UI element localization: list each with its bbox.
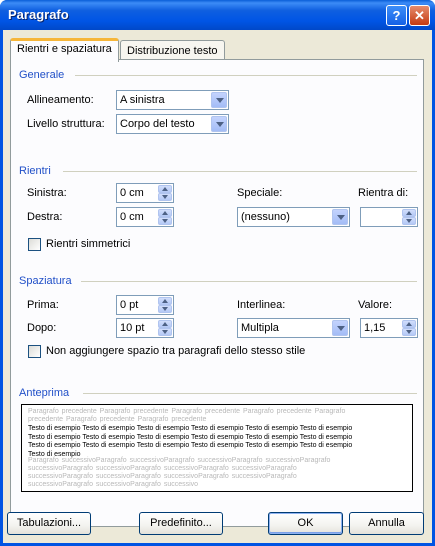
valore-spinner[interactable]: 1,15 — [360, 318, 418, 338]
tab-rientri-spaziatura[interactable]: Rientri e spaziatura — [10, 38, 119, 62]
speciale-label: Speciale: — [237, 187, 283, 199]
no-space-checkbox[interactable] — [28, 345, 41, 358]
dialog-client: Rientri e spaziatura Distribuzione testo… — [3, 30, 432, 543]
destra-value: 0 cm — [120, 211, 144, 223]
help-button[interactable]: ? — [386, 5, 407, 26]
dialog-title: Paragrafo — [8, 7, 69, 22]
valore-value: 1,15 — [364, 322, 386, 334]
interlinea-combo[interactable]: Multipla — [237, 318, 350, 338]
rientra-di-spinner[interactable] — [360, 207, 418, 227]
sinistra-label: Sinistra: — [27, 187, 67, 199]
separator — [63, 171, 417, 172]
prima-label: Prima: — [27, 299, 59, 311]
interlinea-label: Interlinea: — [237, 299, 286, 311]
spin-down-icon[interactable] — [402, 217, 416, 225]
prima-spinner[interactable]: 0 pt — [116, 295, 174, 315]
rientri-simmetrici-label[interactable]: Rientri simmetrici — [46, 238, 130, 250]
spin-up-icon[interactable] — [402, 320, 416, 328]
speciale-combo[interactable]: (nessuno) — [237, 207, 350, 227]
dopo-spinner[interactable]: 10 pt — [116, 318, 174, 338]
allineamento-value: A sinistra — [120, 94, 165, 106]
rientri-simmetrici-checkbox[interactable] — [28, 238, 41, 251]
chevron-down-icon[interactable] — [332, 320, 348, 336]
annulla-button[interactable]: Annulla — [349, 512, 424, 535]
dopo-value: 10 pt — [120, 322, 145, 334]
preview-sample-paragraph: Testo di esempio Testo di esempio Testo … — [28, 425, 353, 458]
dialog-window: Paragrafo ? ✕ Rientri e spaziatura Distr… — [0, 0, 435, 546]
close-button[interactable]: ✕ — [409, 5, 430, 26]
group-heading-spaziatura: Spaziatura — [19, 275, 72, 287]
spin-down-icon[interactable] — [158, 217, 172, 225]
group-heading-anteprima: Anteprima — [19, 387, 70, 399]
allineamento-combo[interactable]: A sinistra — [116, 90, 229, 110]
tabulazioni-button[interactable]: Tabulazioni... — [7, 512, 91, 535]
tab-panel: Generale Allineamento: A sinistra Livell… — [10, 59, 424, 527]
livello-struttura-combo[interactable]: Corpo del testo — [116, 114, 229, 134]
preview-next-paragraph: Paragrafo successivoParagrafo successivo… — [28, 457, 331, 488]
no-space-label[interactable]: Non aggiungere spazio tra paragrafi dell… — [46, 345, 305, 357]
valore-label: Valore: — [358, 299, 393, 311]
chevron-down-icon[interactable] — [211, 116, 227, 132]
prima-value: 0 pt — [120, 299, 139, 311]
separator — [83, 393, 417, 394]
speciale-value: (nessuno) — [241, 211, 290, 223]
chevron-down-icon[interactable] — [211, 92, 227, 108]
predefinito-button[interactable]: Predefinito... — [139, 512, 223, 535]
title-bar[interactable]: Paragrafo ? ✕ — [0, 0, 435, 30]
livello-struttura-value: Corpo del testo — [120, 118, 195, 130]
destra-spinner[interactable]: 0 cm — [116, 207, 174, 227]
spin-down-icon[interactable] — [158, 193, 172, 201]
spin-up-icon[interactable] — [158, 297, 172, 305]
separator — [75, 75, 417, 76]
interlinea-value: Multipla — [241, 322, 279, 334]
spin-up-icon[interactable] — [158, 320, 172, 328]
destra-label: Destra: — [27, 211, 63, 223]
spin-down-icon[interactable] — [158, 328, 172, 336]
group-heading-rientri: Rientri — [19, 165, 51, 177]
spin-down-icon[interactable] — [158, 305, 172, 313]
separator — [81, 281, 417, 282]
spin-down-icon[interactable] — [402, 328, 416, 336]
spin-up-icon[interactable] — [158, 209, 172, 217]
livello-struttura-label: Livello struttura: — [27, 118, 105, 130]
allineamento-label: Allineamento: — [27, 94, 94, 106]
chevron-down-icon[interactable] — [332, 209, 348, 225]
sinistra-spinner[interactable]: 0 cm — [116, 183, 174, 203]
spin-up-icon[interactable] — [402, 209, 416, 217]
sinistra-value: 0 cm — [120, 187, 144, 199]
preview-previous-paragraph: Paragrafo precedente Paragrafo precedent… — [28, 408, 346, 423]
spin-up-icon[interactable] — [158, 185, 172, 193]
ok-button[interactable]: OK — [268, 512, 343, 535]
preview-box: Paragrafo precedente Paragrafo precedent… — [21, 404, 413, 492]
dopo-label: Dopo: — [27, 322, 57, 334]
rientra-di-label: Rientra di: — [358, 187, 409, 199]
group-heading-generale: Generale — [19, 69, 65, 81]
